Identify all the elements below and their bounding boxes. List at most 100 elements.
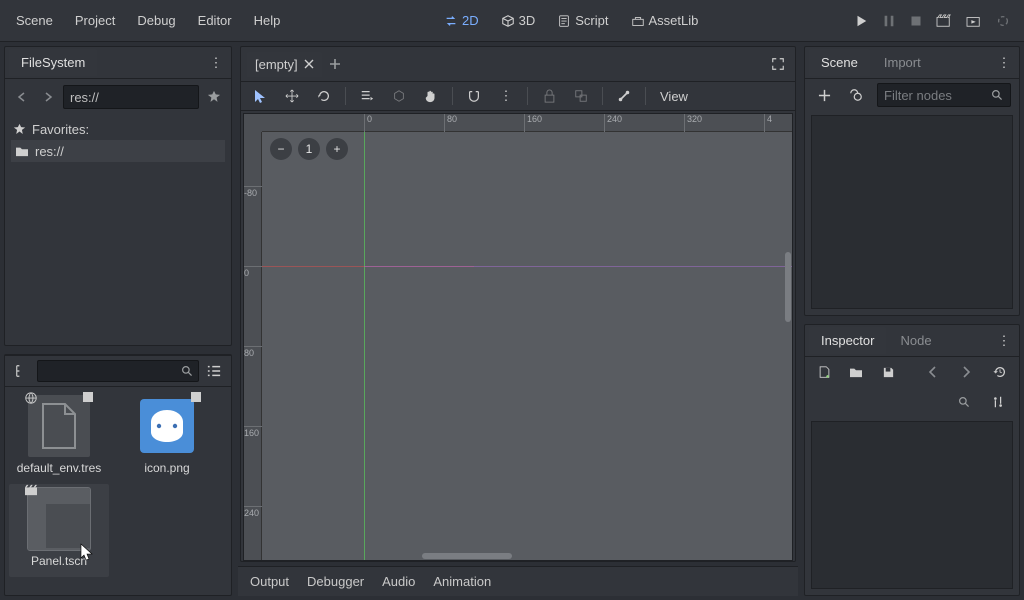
move-tool-icon[interactable]: [281, 85, 303, 107]
top-menubar: Scene Project Debug Editor Help 2D 3D Sc…: [0, 0, 1024, 42]
menu-help[interactable]: Help: [246, 7, 289, 34]
workspace-2d[interactable]: 2D: [436, 9, 487, 32]
favorites-row[interactable]: Favorites:: [11, 119, 225, 140]
inspector-tab[interactable]: Inspector: [809, 327, 886, 354]
globe-icon: [24, 391, 38, 405]
scene-tree-area[interactable]: [811, 115, 1013, 309]
tree-view-icon[interactable]: [11, 360, 33, 382]
filesystem-tab[interactable]: FileSystem: [9, 49, 97, 76]
add-node-icon[interactable]: [813, 84, 835, 106]
dock-options-icon[interactable]: ⋮: [993, 330, 1015, 352]
workspace-assetlib-label: AssetLib: [649, 13, 699, 28]
folder-icon: [15, 145, 29, 157]
workspace-3d[interactable]: 3D: [493, 9, 544, 32]
ruler-vertical: -80 0 80 160 240: [244, 132, 262, 560]
add-scene-icon[interactable]: [324, 53, 346, 75]
dock-options-icon[interactable]: ⋮: [993, 52, 1015, 74]
menu-debug[interactable]: Debug: [129, 7, 183, 34]
file-label: default_env.tres: [17, 461, 102, 476]
path-input[interactable]: res://: [63, 85, 199, 109]
image-badge-icon: [190, 391, 202, 403]
swap-icon: [444, 14, 458, 28]
menu-editor[interactable]: Editor: [190, 7, 240, 34]
workspace-script[interactable]: Script: [549, 9, 616, 32]
lock-icon[interactable]: [538, 85, 560, 107]
bone-icon[interactable]: [613, 85, 635, 107]
spinner-icon: [996, 14, 1010, 28]
workspace-3d-label: 3D: [519, 13, 536, 28]
instance-icon[interactable]: [845, 84, 867, 106]
cursor-icon: [80, 543, 94, 561]
file-icon: [39, 402, 79, 450]
nav-back-icon[interactable]: [11, 86, 33, 108]
viewport-2d[interactable]: 0 80 160 240 320 4 -80 0 80 160 240: [243, 113, 793, 561]
vertical-scrollbar[interactable]: [785, 252, 791, 322]
bottom-tab-debugger[interactable]: Debugger: [307, 574, 364, 589]
zoom-reset-button[interactable]: 1: [298, 138, 320, 160]
favorites-label: Favorites:: [32, 122, 89, 137]
nav-forward-icon[interactable]: [37, 86, 59, 108]
lock-select-icon[interactable]: [388, 85, 410, 107]
group-icon[interactable]: [570, 85, 592, 107]
dock-options-icon[interactable]: ⋮: [205, 52, 227, 74]
expand-icon[interactable]: [767, 53, 789, 75]
bottom-tab-animation[interactable]: Animation: [433, 574, 491, 589]
history-next-icon[interactable]: [955, 361, 977, 383]
save-resource-icon[interactable]: [877, 361, 899, 383]
select-tool-icon[interactable]: [249, 85, 271, 107]
node-tab[interactable]: Node: [888, 327, 943, 354]
menu-scene[interactable]: Scene: [8, 7, 61, 34]
list-select-icon[interactable]: [356, 85, 378, 107]
godot-logo-icon: [140, 399, 194, 453]
stop-icon[interactable]: [910, 15, 922, 27]
scene-dock-tab[interactable]: Scene: [809, 49, 870, 76]
search-icon: [991, 89, 1004, 102]
favorite-icon[interactable]: [203, 86, 225, 108]
assetlib-icon: [631, 14, 645, 28]
clapper-icon: [24, 484, 38, 496]
file-icon-png[interactable]: icon.png: [117, 395, 217, 476]
close-icon[interactable]: [304, 59, 314, 69]
snap-icon[interactable]: [463, 85, 485, 107]
new-resource-icon[interactable]: [813, 361, 835, 383]
file-label: icon.png: [144, 461, 189, 476]
star-icon: [13, 123, 26, 136]
filter-nodes-input[interactable]: Filter nodes: [877, 83, 1011, 107]
file-default-env[interactable]: default_env.tres: [9, 395, 109, 476]
workspace-assetlib[interactable]: AssetLib: [623, 9, 707, 32]
history-prev-icon[interactable]: [921, 361, 943, 383]
cube-icon: [501, 14, 515, 28]
snap-options-icon[interactable]: ⋮: [495, 85, 517, 107]
bottom-tab-audio[interactable]: Audio: [382, 574, 415, 589]
ruler-horizontal: 0 80 160 240 320 4: [262, 114, 792, 132]
zoom-in-button[interactable]: +: [326, 138, 348, 160]
play-scene-icon[interactable]: [936, 14, 952, 28]
grid-view-icon[interactable]: [203, 360, 225, 382]
zoom-out-button[interactable]: −: [270, 138, 292, 160]
file-panel-tscn[interactable]: Panel.tscn: [9, 484, 109, 577]
scene-tab-empty[interactable]: [empty]: [247, 52, 322, 77]
scene-tab-label: [empty]: [255, 57, 298, 72]
resource-badge-icon: [82, 391, 94, 403]
view-menu[interactable]: View: [656, 89, 692, 104]
filter-placeholder: Filter nodes: [884, 88, 952, 103]
horizontal-scrollbar[interactable]: [422, 553, 512, 559]
bottom-tab-output[interactable]: Output: [250, 574, 289, 589]
pan-tool-icon[interactable]: [420, 85, 442, 107]
filter-props-icon[interactable]: [953, 391, 975, 413]
workspace-2d-label: 2D: [462, 13, 479, 28]
play-icon[interactable]: [854, 14, 868, 28]
res-root-row[interactable]: res://: [11, 140, 225, 162]
rotate-tool-icon[interactable]: [313, 85, 335, 107]
history-icon[interactable]: [989, 361, 1011, 383]
inspector-area[interactable]: [811, 421, 1013, 589]
file-search-input[interactable]: [37, 360, 199, 382]
menu-project[interactable]: Project: [67, 7, 123, 34]
pause-icon[interactable]: [882, 14, 896, 28]
open-resource-icon[interactable]: [845, 361, 867, 383]
import-dock-tab[interactable]: Import: [872, 49, 933, 76]
settings-icon[interactable]: [987, 391, 1009, 413]
res-root-label: res://: [35, 144, 64, 159]
workspace-script-label: Script: [575, 13, 608, 28]
play-custom-scene-icon[interactable]: [966, 14, 982, 28]
